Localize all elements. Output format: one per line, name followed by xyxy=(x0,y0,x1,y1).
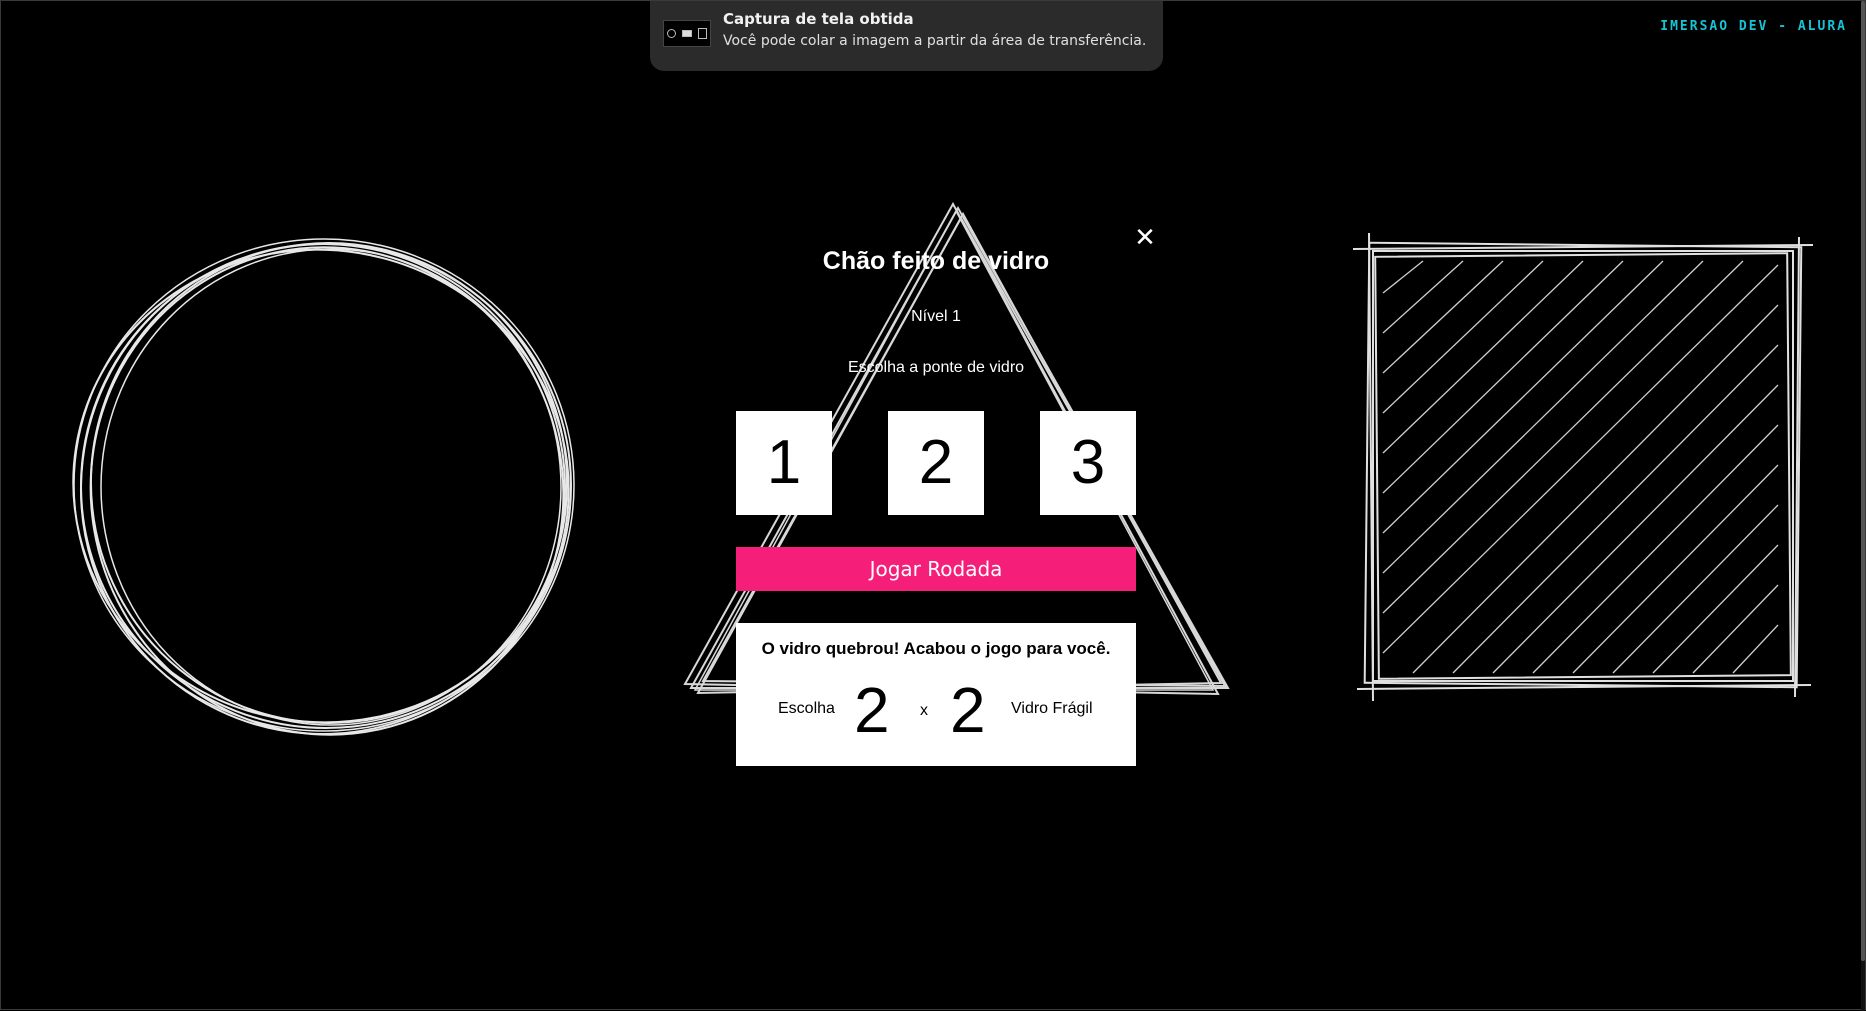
instruction-text: Escolha a ponte de vidro xyxy=(847,359,1025,376)
circle-sketch xyxy=(72,238,575,736)
bridge-option-3[interactable]: 3 xyxy=(1040,411,1136,515)
scrollbar-thumb[interactable] xyxy=(1861,1,1865,961)
game-stage: IMERSAO DEV - ALURA Captura de tela obti… xyxy=(0,0,1866,1011)
scrollbar[interactable] xyxy=(1861,1,1865,1011)
choice-label: Escolha xyxy=(778,700,835,717)
result-card: O vidro quebrou! Acabou o jogo para você… xyxy=(736,623,1136,766)
choice-value: 2 xyxy=(854,674,890,746)
square-sketch xyxy=(1353,233,1814,702)
result-message: O vidro quebrou! Acabou o jogo para você… xyxy=(761,639,1111,658)
level-indicator: Nível 1 xyxy=(911,308,961,325)
versus-separator: x xyxy=(920,702,928,719)
screenshot-thumbnail-icon xyxy=(663,20,711,47)
screenshot-notification[interactable]: Captura de tela obtida Você pode colar a… xyxy=(650,1,1163,71)
notification-body: Você pode colar a imagem a partir da áre… xyxy=(723,33,1147,49)
brand-logo: IMERSAO DEV - ALURA xyxy=(1660,19,1847,34)
fragile-glass-label: Vidro Frágil xyxy=(1011,700,1093,717)
result-row: Escolha 2 x 2 Vidro Frágil xyxy=(736,671,1136,751)
play-round-button[interactable]: Jogar Rodada xyxy=(736,547,1136,591)
fragile-glass-value: 2 xyxy=(950,674,986,746)
notification-title: Captura de tela obtida xyxy=(723,10,914,28)
bridge-option-2[interactable]: 2 xyxy=(888,411,984,515)
game-title: Chão feito de vidro xyxy=(822,247,1050,275)
bridge-option-1[interactable]: 1 xyxy=(736,411,832,515)
